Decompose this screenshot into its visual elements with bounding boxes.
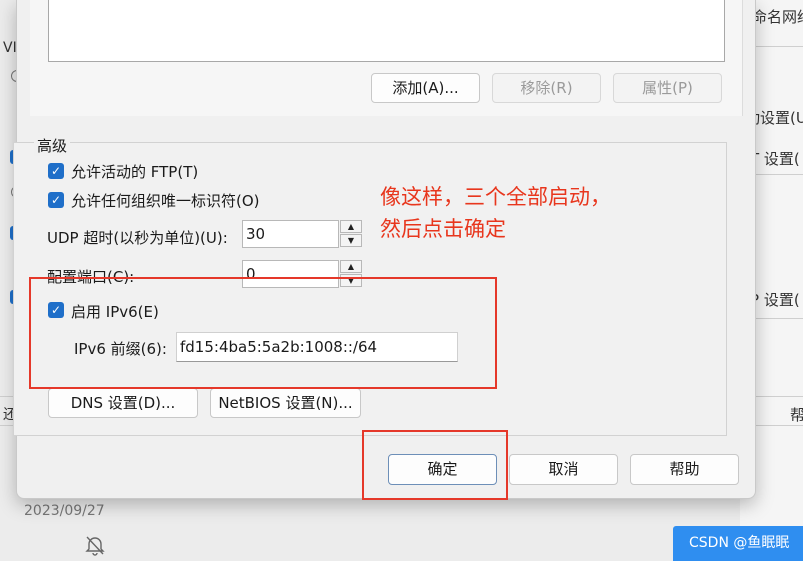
taskbar-date: 2023/09/27 <box>24 503 105 519</box>
instruction-annotation: 像这样，三个全部启动， 然后点击确定 <box>380 185 611 241</box>
increment-arrow-icon[interactable]: ▲ <box>340 220 362 233</box>
ok-highlight-box <box>362 430 508 500</box>
dns-settings-button[interactable]: DNS 设置(D)... <box>48 388 198 418</box>
csdn-watermark: CSDN @鱼眠眠 <box>673 526 803 561</box>
background-label: T 设置( <box>750 150 800 168</box>
allow-any-org-id-checkbox[interactable]: ✓ <box>48 192 64 208</box>
allow-active-ftp-checkbox[interactable]: ✓ <box>48 163 64 179</box>
address-list-panel: 添加(A)... 移除(R) 属性(P) <box>30 0 743 116</box>
background-label: VI <box>3 40 17 56</box>
udp-timeout-label: UDP 超时(以秒为单位)(U): <box>47 229 228 247</box>
background-label: P 设置( <box>750 291 800 309</box>
help-button[interactable]: 帮助 <box>630 454 739 485</box>
bell-off-icon[interactable] <box>84 534 106 556</box>
background-label: 命名网络 <box>752 8 803 26</box>
allow-active-ftp-label[interactable]: 允许活动的 FTP(T) <box>71 161 198 182</box>
netbios-settings-button[interactable]: NetBIOS 设置(N)... <box>210 388 361 418</box>
cancel-button[interactable]: 取消 <box>509 454 618 485</box>
increment-arrow-icon[interactable]: ▲ <box>340 260 362 273</box>
remove-button[interactable]: 移除(R) <box>492 73 601 103</box>
ipv6-highlight-box <box>29 277 497 389</box>
add-button[interactable]: 添加(A)... <box>371 73 480 103</box>
background-label: 帮 <box>790 406 803 424</box>
address-listbox[interactable] <box>48 0 725 62</box>
advanced-group-title: 高级 <box>34 135 71 156</box>
allow-any-org-id-label[interactable]: 允许任何组织唯一标识符(O) <box>71 190 260 211</box>
properties-button[interactable]: 属性(P) <box>613 73 722 103</box>
udp-timeout-stepper[interactable]: ▲ ▼ <box>340 220 362 248</box>
udp-timeout-input[interactable]: 30 <box>242 220 339 248</box>
decrement-arrow-icon[interactable]: ▼ <box>340 234 362 247</box>
